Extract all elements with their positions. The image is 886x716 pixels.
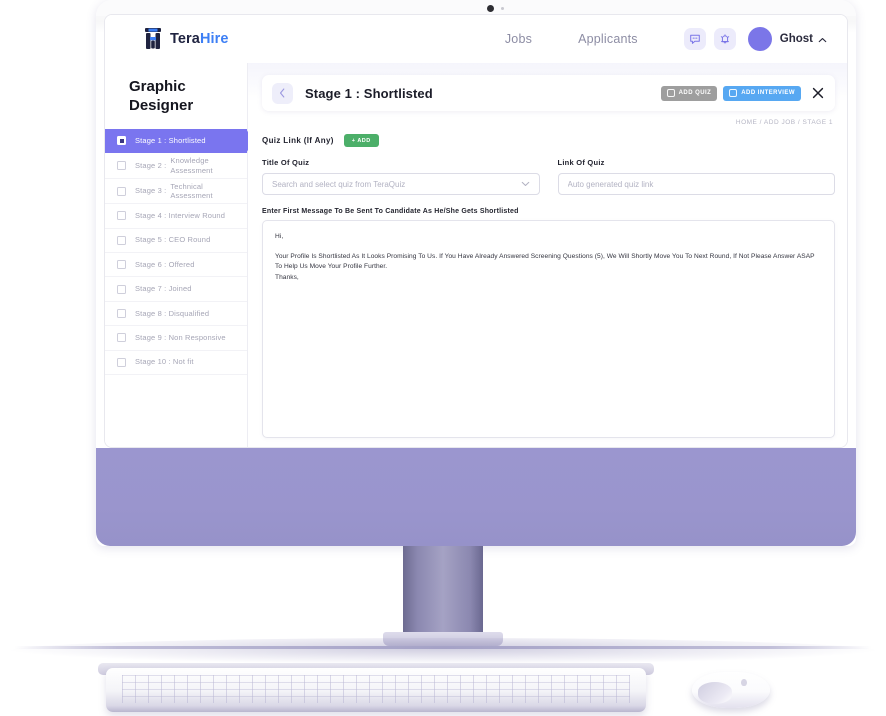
keyboard-keys bbox=[122, 675, 630, 703]
message-line-3: Thanks, bbox=[275, 273, 299, 281]
first-message-content: Hi, Your Profile Is Shortlisted As It Lo… bbox=[275, 232, 822, 283]
title-of-quiz-input[interactable] bbox=[272, 179, 521, 189]
page-title: Graphic Designer bbox=[105, 77, 247, 129]
avatar[interactable] bbox=[747, 27, 772, 51]
message-icon[interactable] bbox=[683, 28, 706, 50]
link-of-quiz-label: Link Of Quiz bbox=[557, 158, 605, 167]
job-title-line2: Designer bbox=[129, 97, 194, 114]
sidebar-item-label: Stage 10 : Not fit bbox=[135, 357, 194, 367]
scene-root: TeraHire Jobs Applicants Ghost Graphic D… bbox=[0, 0, 886, 716]
title-of-quiz-select[interactable] bbox=[262, 173, 540, 195]
add-quiz-link-button[interactable]: + ADD bbox=[343, 134, 379, 147]
nav-link-jobs[interactable]: Jobs bbox=[505, 32, 532, 46]
form-area: Quiz Link (If Any) + ADD Title Of Quiz S… bbox=[262, 134, 835, 438]
app-body: Graphic Designer Stage 1 : Shortlisted S… bbox=[105, 63, 847, 447]
checkbox-stage-6[interactable] bbox=[117, 260, 126, 270]
sidebar-item-label: Stage 5 : CEO Round bbox=[135, 235, 211, 245]
link-of-quiz-input[interactable] bbox=[567, 179, 825, 189]
first-message-label: Enter First Message To Be Sent To Candid… bbox=[262, 208, 519, 215]
breadcrumb: HOME / ADD JOB / STAGE 1 bbox=[735, 119, 833, 126]
keyboard[interactable] bbox=[106, 668, 646, 712]
mouse-highlight bbox=[698, 682, 732, 704]
sidebar-item-label-detail: Knowledge Assessment bbox=[170, 156, 213, 175]
sidebar-item-label: Stage 7 : Joined bbox=[135, 284, 192, 294]
sidebar-item-label: Stage 2 : Knowledge Assessment bbox=[135, 156, 241, 174]
webcam-icon bbox=[487, 5, 494, 12]
monitor-chin bbox=[96, 448, 856, 546]
first-message-textarea[interactable]: Hi, Your Profile Is Shortlisted As It Lo… bbox=[262, 220, 835, 438]
desk-surface-line bbox=[14, 646, 872, 649]
title-of-quiz-label: Title Of Quiz bbox=[262, 158, 310, 167]
quiz-fields: Title Of Quiz Link bbox=[262, 158, 835, 195]
link-of-quiz-field: Link Of Quiz bbox=[557, 158, 835, 195]
sidebar-item-label: Stage 8 : Disqualified bbox=[135, 308, 210, 318]
interview-icon bbox=[729, 89, 738, 97]
checkbox-stage-3[interactable] bbox=[117, 186, 126, 196]
add-interview-label: ADD INTERVIEW bbox=[741, 90, 795, 96]
main-content: Stage 1 : Shortlisted ADD QUIZ ADD INTER… bbox=[248, 63, 847, 447]
chevron-up-icon[interactable] bbox=[818, 30, 827, 48]
sidebar-item-stage-10[interactable]: Stage 10 : Not fit bbox=[105, 351, 247, 375]
brand-name: TeraHire bbox=[170, 31, 229, 47]
quiz-link-label: Quiz Link (If Any) bbox=[262, 136, 334, 145]
sidebar-item-label-detail: Technical Assessment bbox=[170, 181, 213, 200]
brand-logo[interactable]: TeraHire bbox=[143, 27, 229, 51]
sidebar-item-label: Stage 4 : Interview Round bbox=[135, 211, 226, 221]
camera-indicator-light-icon bbox=[501, 7, 504, 10]
sidebar-item-stage-1[interactable]: Stage 1 : Shortlisted bbox=[105, 129, 254, 154]
add-quiz-button[interactable]: ADD QUIZ bbox=[660, 85, 718, 101]
sidebar-item-stage-6[interactable]: Stage 6 : Offered bbox=[105, 253, 247, 278]
sidebar-item-stage-3[interactable]: Stage 3 : Technical Assessment bbox=[105, 179, 247, 205]
close-icon[interactable] bbox=[811, 86, 825, 100]
add-interview-button[interactable]: ADD INTERVIEW bbox=[723, 85, 801, 101]
sidebar-item-stage-8[interactable]: Stage 8 : Disqualified bbox=[105, 302, 247, 327]
brand-name-tera: Tera bbox=[170, 31, 200, 47]
sidebar-item-stage-9[interactable]: Stage 9 : Non Responsive bbox=[105, 326, 247, 351]
sidebar-item-stage-4[interactable]: Stage 4 : Interview Round bbox=[105, 204, 247, 229]
desk-shadow bbox=[10, 638, 876, 664]
chevron-down-icon[interactable] bbox=[521, 180, 530, 189]
job-title-line1: Graphic bbox=[129, 78, 186, 95]
sidebar-item-stage-7[interactable]: Stage 7 : Joined bbox=[105, 277, 247, 302]
checkbox-stage-7[interactable] bbox=[117, 284, 126, 294]
sidebar-item-label-prefix: Stage 3 : bbox=[135, 186, 167, 196]
checkbox-stage-5[interactable] bbox=[117, 235, 126, 245]
mouse-logo-icon bbox=[741, 679, 747, 686]
back-button[interactable] bbox=[272, 82, 293, 104]
terahire-logo-icon bbox=[143, 27, 163, 51]
app-header: TeraHire Jobs Applicants Ghost bbox=[105, 15, 847, 63]
quiz-link-row: Quiz Link (If Any) + ADD bbox=[262, 134, 835, 147]
quiz-icon bbox=[666, 89, 675, 97]
checkbox-stage-4[interactable] bbox=[117, 211, 126, 221]
brand-name-hire: Hire bbox=[199, 31, 229, 47]
message-line-1: Hi, bbox=[275, 233, 284, 240]
link-of-quiz-wrapper[interactable] bbox=[557, 173, 835, 195]
sidebar-item-label: Stage 9 : Non Responsive bbox=[135, 333, 226, 343]
monitor-stand-neck bbox=[403, 546, 483, 636]
checkbox-stage-9[interactable] bbox=[117, 333, 126, 343]
user-name: Ghost bbox=[779, 33, 813, 45]
sidebar-item-label: Stage 3 : Technical Assessment bbox=[135, 182, 241, 200]
sidebar-item-label: Stage 6 : Offered bbox=[135, 259, 195, 269]
message-line-2: Your Profile Is Shortlisted As It Looks … bbox=[275, 252, 815, 271]
panel-header: Stage 1 : Shortlisted ADD QUIZ ADD INTER… bbox=[262, 75, 835, 111]
sidebar-item-stage-5[interactable]: Stage 5 : CEO Round bbox=[105, 229, 247, 253]
sidebar-item-label-prefix: Stage 2 : bbox=[135, 160, 167, 170]
panel-title: Stage 1 : Shortlisted bbox=[305, 85, 433, 101]
sidebar-item-label: Stage 1 : Shortlisted bbox=[135, 135, 206, 145]
add-quiz-label: ADD QUIZ bbox=[678, 90, 712, 96]
screen-viewport: TeraHire Jobs Applicants Ghost Graphic D… bbox=[104, 14, 848, 448]
sidebar: Graphic Designer Stage 1 : Shortlisted S… bbox=[105, 63, 254, 447]
nav-link-applicants[interactable]: Applicants bbox=[578, 32, 638, 46]
checkbox-stage-10[interactable] bbox=[117, 357, 126, 367]
notification-bell-icon[interactable] bbox=[713, 28, 736, 50]
sidebar-item-stage-2[interactable]: Stage 2 : Knowledge Assessment bbox=[105, 153, 247, 179]
title-of-quiz-field: Title Of Quiz bbox=[262, 158, 540, 195]
checkbox-stage-8[interactable] bbox=[117, 308, 126, 318]
checkbox-stage-1[interactable] bbox=[117, 136, 126, 146]
checkbox-stage-2[interactable] bbox=[117, 161, 126, 171]
